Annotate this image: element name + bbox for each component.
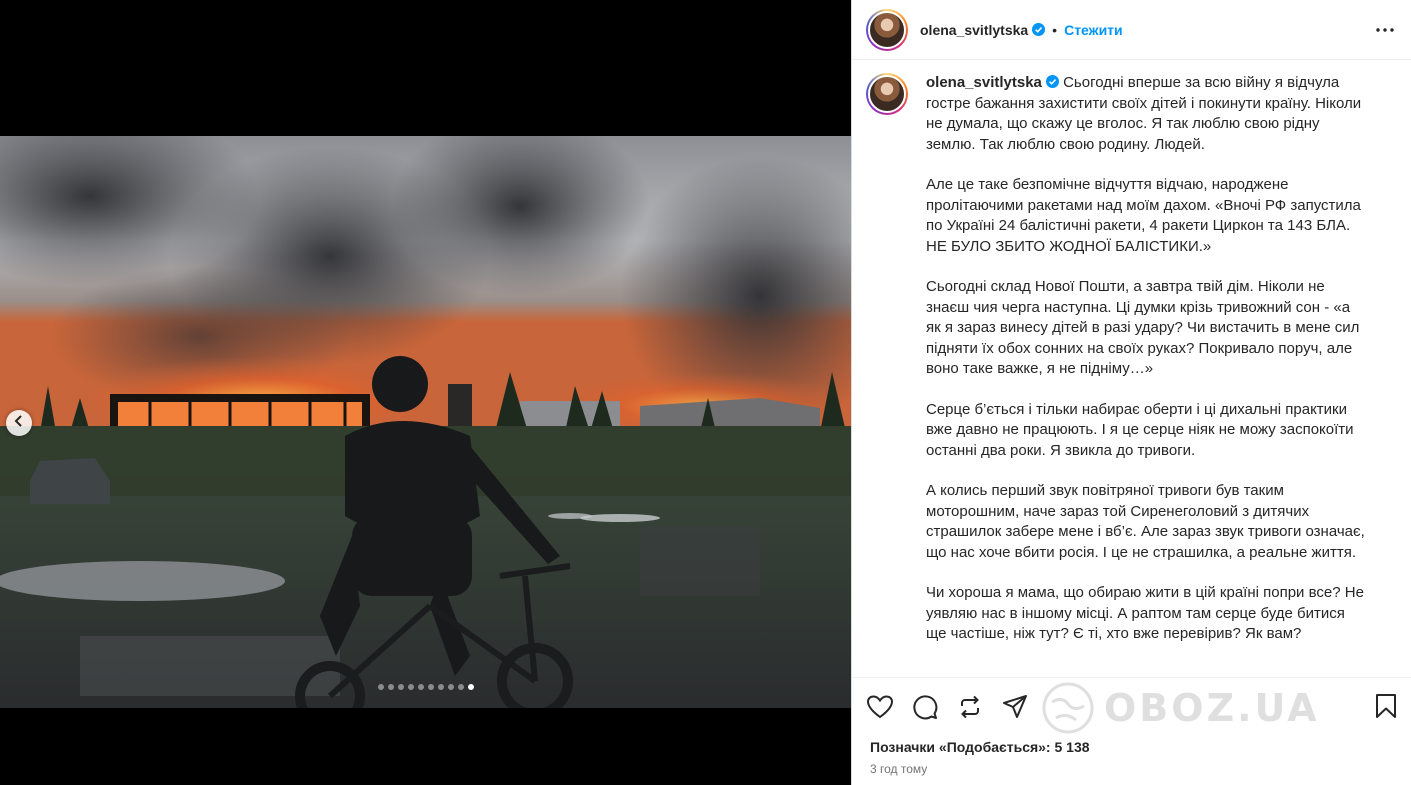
post-timestamp[interactable]: 3 год тому: [870, 762, 927, 776]
header-separator: •: [1052, 21, 1058, 38]
carousel-dot: [397, 684, 404, 690]
carousel-dot: [417, 684, 424, 690]
avatar[interactable]: [866, 8, 908, 51]
comment-icon[interactable]: [911, 693, 939, 721]
post-photo[interactable]: [0, 136, 851, 708]
caption-area: olena_svitlytska Сьогодні вперше за всю …: [852, 61, 1411, 677]
carousel-dot: [387, 684, 394, 690]
carousel-dot: [427, 684, 434, 690]
caption-paragraph: А колись перший звук повітряної тривоги …: [926, 482, 1365, 561]
carousel-prev-button[interactable]: [6, 410, 32, 436]
carousel-dot-active: [467, 684, 474, 690]
watermark-text: OBOZ.UA: [1104, 686, 1320, 730]
avatar-image: [868, 75, 906, 113]
share-icon[interactable]: [1001, 693, 1029, 721]
repost-icon[interactable]: [956, 693, 984, 721]
carousel-dot: [437, 684, 444, 690]
carousel-dot: [407, 684, 414, 690]
action-bar: OBOZ.UA: [852, 677, 1411, 735]
likes-count[interactable]: Позначки «Подобається»: 5 138: [870, 739, 1090, 755]
caption-avatar[interactable]: [866, 73, 908, 115]
caption-avatar-wrap: [866, 73, 908, 677]
header-username[interactable]: olena_svitlytska: [920, 22, 1028, 38]
follow-button[interactable]: Стежити: [1064, 22, 1123, 38]
chevron-left-icon: [13, 414, 25, 432]
verified-icon: [1032, 23, 1046, 36]
caption-paragraph: Сьогодні склад Нової Пошти, а завтра тві…: [926, 278, 1360, 377]
watermark: OBOZ.UA: [1042, 678, 1320, 738]
caption-paragraph: Але це таке безпомічне відчуття відчаю, …: [926, 176, 1361, 255]
heart-icon[interactable]: [866, 693, 894, 721]
globe-icon: [1042, 682, 1094, 734]
more-icon[interactable]: [1373, 18, 1397, 47]
carousel-dot: [457, 684, 464, 690]
carousel-dot: [377, 684, 384, 690]
carousel-dot: [447, 684, 454, 690]
caption-username[interactable]: olena_svitlytska: [926, 74, 1042, 91]
caption-text: olena_svitlytska Сьогодні вперше за всю …: [926, 73, 1366, 677]
post-header: olena_svitlytska • Стежити: [852, 0, 1411, 60]
post-side-panel: olena_svitlytska • Стежити olena_svitlyt…: [851, 0, 1411, 785]
avatar-image: [868, 10, 906, 49]
carousel-indicator: [0, 684, 851, 690]
media-pane: [0, 0, 851, 785]
caption-paragraph: Чи хороша я мама, що обираю жити в цій к…: [926, 584, 1364, 642]
bookmark-icon[interactable]: [1375, 693, 1397, 724]
post-viewer: olena_svitlytska • Стежити olena_svitlyt…: [0, 0, 1411, 785]
caption-paragraph: olena_svitlytska Сьогодні вперше за всю …: [926, 73, 1366, 155]
photo-fire-scene: [0, 136, 851, 708]
verified-icon: [1045, 74, 1059, 88]
caption-paragraph: Серце б’ється і тільки набирає оберти і …: [926, 400, 1354, 459]
